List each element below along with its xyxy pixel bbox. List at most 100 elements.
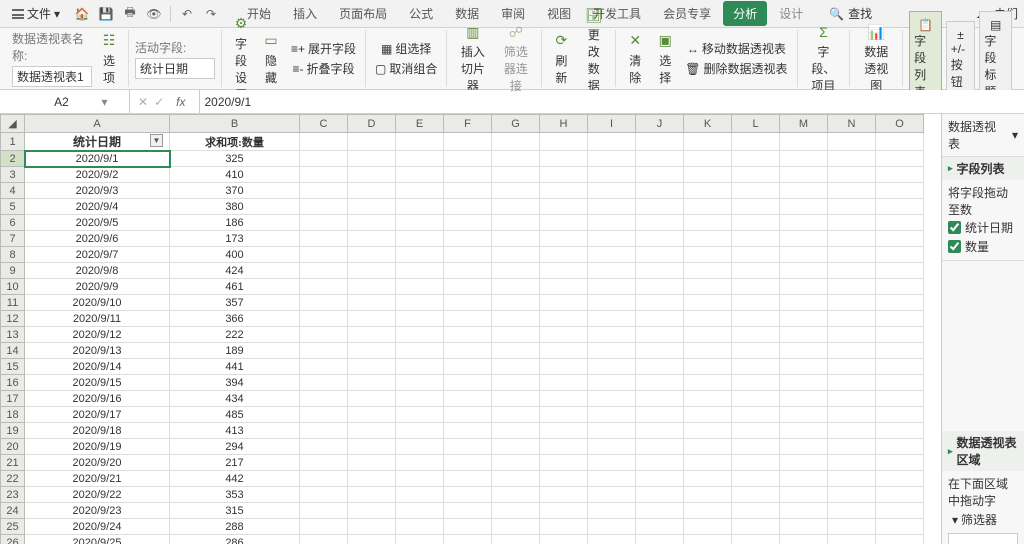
row-header[interactable]: 10 bbox=[1, 279, 25, 295]
row-header[interactable]: 1 bbox=[1, 133, 25, 151]
cell[interactable]: 357 bbox=[170, 295, 300, 311]
pivot-col-b-header[interactable]: 求和项:数量 bbox=[170, 133, 300, 151]
cell[interactable]: 2020/9/8 bbox=[25, 263, 170, 279]
qa-home-icon[interactable]: 🏠 bbox=[74, 6, 90, 22]
cell[interactable]: 370 bbox=[170, 183, 300, 199]
refresh-button[interactable]: ⟳刷新 bbox=[548, 30, 574, 88]
select-all-corner[interactable]: ◢ bbox=[1, 115, 25, 133]
row-header[interactable]: 21 bbox=[1, 455, 25, 471]
cell[interactable]: 217 bbox=[170, 455, 300, 471]
cell[interactable]: 2020/9/1 bbox=[25, 151, 170, 167]
row-header[interactable]: 26 bbox=[1, 535, 25, 544]
cell[interactable]: 222 bbox=[170, 327, 300, 343]
cell[interactable]: 2020/9/25 bbox=[25, 535, 170, 544]
cell[interactable]: 461 bbox=[170, 279, 300, 295]
ungroup-button[interactable]: ▢取消组合 bbox=[372, 59, 440, 78]
hide-button[interactable]: ▭隐藏 bbox=[258, 30, 284, 88]
move-pt-button[interactable]: ↔移动数据透视表 bbox=[684, 39, 789, 58]
field-list-header[interactable]: ▸字段列表 bbox=[942, 157, 1024, 180]
col-header-E[interactable]: E bbox=[396, 115, 444, 133]
col-header-O[interactable]: O bbox=[876, 115, 924, 133]
qa-print-icon[interactable]: 🖶 bbox=[122, 6, 138, 22]
fields-items-button[interactable]: Σ字段、项目 bbox=[804, 21, 844, 96]
row-header[interactable]: 18 bbox=[1, 407, 25, 423]
collapse-field-button[interactable]: ≡-折叠字段 bbox=[290, 59, 358, 78]
cell[interactable]: 325 bbox=[170, 151, 300, 167]
row-header[interactable]: 3 bbox=[1, 167, 25, 183]
cell[interactable]: 2020/9/24 bbox=[25, 519, 170, 535]
filter-drop-zone[interactable] bbox=[948, 533, 1018, 544]
tab-layout[interactable]: 页面布局 bbox=[329, 1, 397, 26]
row-header[interactable]: 24 bbox=[1, 503, 25, 519]
row-header[interactable]: 19 bbox=[1, 423, 25, 439]
cell[interactable]: 485 bbox=[170, 407, 300, 423]
cell[interactable]: 2020/9/16 bbox=[25, 391, 170, 407]
cell[interactable]: 410 bbox=[170, 167, 300, 183]
cell[interactable]: 189 bbox=[170, 343, 300, 359]
col-header-B[interactable]: B bbox=[170, 115, 300, 133]
cell[interactable]: 2020/9/7 bbox=[25, 247, 170, 263]
pivot-chart-button[interactable]: 📊数据透视图 bbox=[856, 21, 896, 96]
col-header-K[interactable]: K bbox=[684, 115, 732, 133]
row-header[interactable]: 20 bbox=[1, 439, 25, 455]
tab-insert[interactable]: 插入 bbox=[283, 1, 327, 26]
cell[interactable]: 315 bbox=[170, 503, 300, 519]
row-header[interactable]: 6 bbox=[1, 215, 25, 231]
cell[interactable]: 380 bbox=[170, 199, 300, 215]
group-select-button[interactable]: ▦组选择 bbox=[378, 39, 434, 58]
col-header-A[interactable]: A bbox=[25, 115, 170, 133]
accept-icon[interactable]: ✓ bbox=[154, 95, 164, 109]
cell[interactable]: 2020/9/4 bbox=[25, 199, 170, 215]
col-header-J[interactable]: J bbox=[636, 115, 684, 133]
tab-analysis[interactable]: 分析 bbox=[723, 1, 767, 26]
active-field-value[interactable]: 统计日期 bbox=[135, 58, 215, 79]
cell[interactable]: 2020/9/14 bbox=[25, 359, 170, 375]
plus-minus-toggle[interactable]: ±+/- 按钮 bbox=[946, 21, 976, 97]
row-header[interactable]: 23 bbox=[1, 487, 25, 503]
select-button[interactable]: ▣选择 bbox=[652, 30, 678, 88]
options-button[interactable]: ☷ 选项 bbox=[96, 30, 122, 88]
spreadsheet[interactable]: ◢ ABCDEFGHIJKLMNO 1统计日期▼求和项:数量22020/9/13… bbox=[0, 114, 941, 544]
cell[interactable]: 366 bbox=[170, 311, 300, 327]
name-box-input[interactable] bbox=[21, 95, 101, 109]
row-header[interactable]: 5 bbox=[1, 199, 25, 215]
cancel-icon[interactable]: ✕ bbox=[138, 95, 148, 109]
qa-undo-icon[interactable]: ↶ bbox=[179, 6, 195, 22]
cell[interactable]: 2020/9/15 bbox=[25, 375, 170, 391]
col-header-I[interactable]: I bbox=[588, 115, 636, 133]
row-header[interactable]: 7 bbox=[1, 231, 25, 247]
cell[interactable]: 2020/9/18 bbox=[25, 423, 170, 439]
row-header[interactable]: 13 bbox=[1, 327, 25, 343]
cell[interactable]: 2020/9/17 bbox=[25, 407, 170, 423]
row-header[interactable]: 12 bbox=[1, 311, 25, 327]
cell[interactable]: 2020/9/2 bbox=[25, 167, 170, 183]
row-header[interactable]: 11 bbox=[1, 295, 25, 311]
expand-field-button[interactable]: ≡+展开字段 bbox=[288, 39, 359, 58]
cell[interactable]: 2020/9/21 bbox=[25, 471, 170, 487]
field-check-qty[interactable]: 数量 bbox=[948, 237, 1018, 256]
tab-view[interactable]: 视图 bbox=[537, 1, 581, 26]
col-header-H[interactable]: H bbox=[540, 115, 588, 133]
pivot-col-a-header[interactable]: 统计日期▼ bbox=[25, 133, 170, 151]
row-header[interactable]: 8 bbox=[1, 247, 25, 263]
col-header-L[interactable]: L bbox=[732, 115, 780, 133]
dropdown-icon[interactable]: ▼ bbox=[150, 134, 163, 147]
pt-name-value[interactable]: 数据透视表1 bbox=[12, 66, 92, 87]
clear-button[interactable]: ✕清除 bbox=[622, 30, 648, 88]
col-header-N[interactable]: N bbox=[828, 115, 876, 133]
cell[interactable]: 2020/9/5 bbox=[25, 215, 170, 231]
cell[interactable]: 442 bbox=[170, 471, 300, 487]
name-box[interactable]: ▾ bbox=[0, 90, 130, 113]
file-menu[interactable]: 文件 ▾ bbox=[6, 3, 66, 24]
cell[interactable]: 424 bbox=[170, 263, 300, 279]
row-header[interactable]: 2 bbox=[1, 151, 25, 167]
row-header[interactable]: 17 bbox=[1, 391, 25, 407]
cell[interactable]: 2020/9/10 bbox=[25, 295, 170, 311]
cell[interactable]: 186 bbox=[170, 215, 300, 231]
cell[interactable]: 2020/9/23 bbox=[25, 503, 170, 519]
formula-input[interactable] bbox=[200, 90, 1024, 113]
cell[interactable]: 2020/9/19 bbox=[25, 439, 170, 455]
search-button[interactable]: 🔍 查找 bbox=[829, 5, 872, 22]
col-header-D[interactable]: D bbox=[348, 115, 396, 133]
cell[interactable]: 288 bbox=[170, 519, 300, 535]
